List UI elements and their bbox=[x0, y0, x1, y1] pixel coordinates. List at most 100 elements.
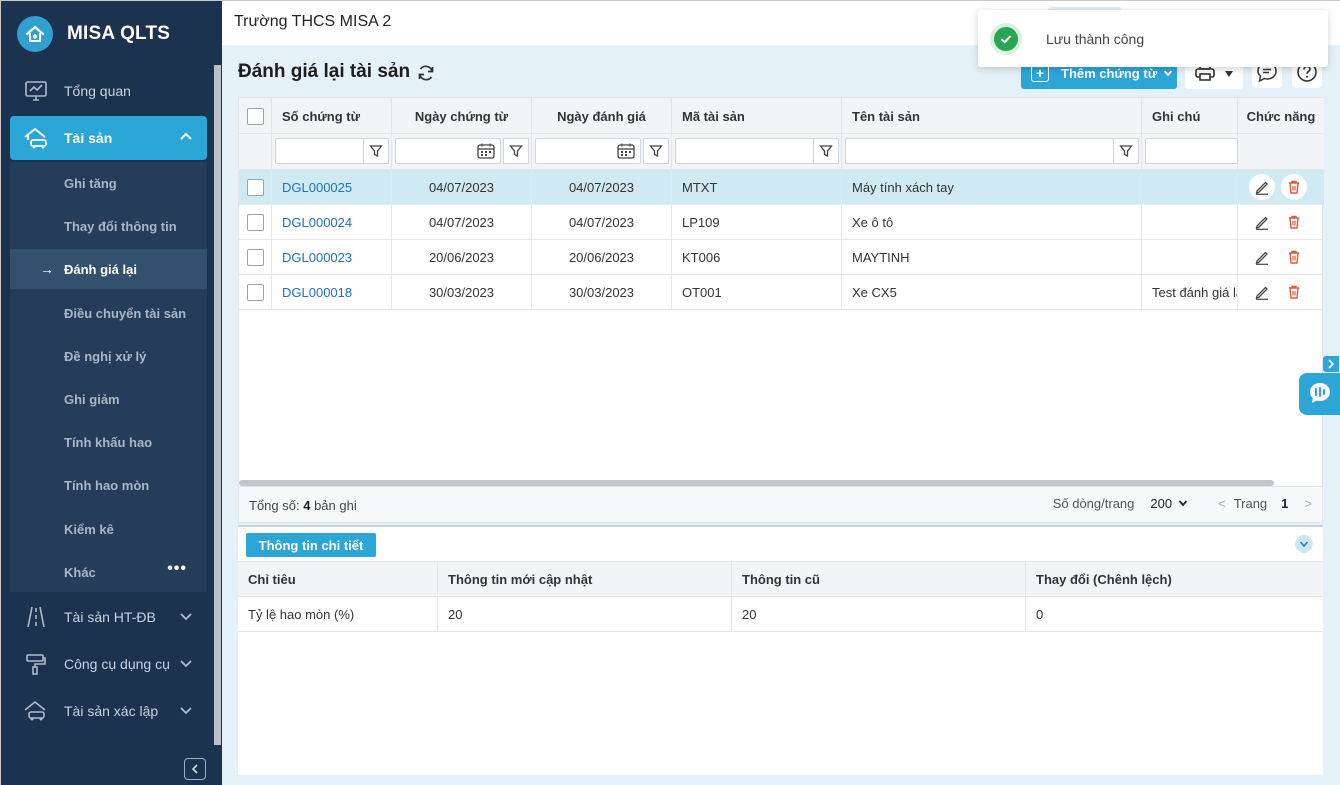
table-row[interactable]: DGL000018 30/03/2023 30/03/2023 OT001 Xe… bbox=[239, 275, 1324, 310]
org-name[interactable]: Trường THCS MISA 2 bbox=[234, 13, 391, 31]
horizontal-scrollbar[interactable] bbox=[239, 480, 1274, 486]
filter-icon[interactable] bbox=[363, 138, 389, 164]
detail-column-header: Thay đổi (Chênh lệch) bbox=[1036, 572, 1172, 587]
table-row[interactable]: DGL000024 04/07/2023 04/07/2023 LP109 Xe… bbox=[239, 205, 1324, 240]
chevron-right-icon[interactable] bbox=[1323, 356, 1339, 372]
row-select-cell bbox=[239, 275, 272, 310]
eval-date-cell: 20/06/2023 bbox=[532, 240, 672, 275]
detail-tab[interactable]: Thông tin chi tiết bbox=[246, 533, 376, 557]
row-select-cell bbox=[239, 205, 272, 240]
select-all-checkbox[interactable] bbox=[246, 107, 264, 125]
column-header[interactable]: Tên tài sản bbox=[842, 98, 1142, 134]
calendar-icon[interactable] bbox=[617, 143, 635, 159]
submenu-label: Thay đổi thông tin bbox=[64, 218, 177, 234]
chat-support-icon bbox=[1308, 381, 1332, 408]
table-row[interactable]: DGL000023 20/06/2023 20/06/2023 KT006 MA… bbox=[239, 240, 1324, 275]
actions-cell bbox=[1238, 275, 1324, 310]
chevron-down-icon[interactable] bbox=[1295, 535, 1313, 553]
note-cell bbox=[1142, 240, 1238, 275]
submenu-item-wear[interactable]: Tính hao mòn bbox=[10, 465, 207, 505]
nav-tools[interactable]: Công cụ dụng cụ bbox=[10, 644, 207, 684]
rows-per-page-select[interactable]: 200 bbox=[1150, 496, 1188, 511]
delete-icon[interactable] bbox=[1281, 279, 1307, 305]
chevron-up-icon bbox=[179, 130, 193, 147]
voucher-code-link[interactable]: DGL000024 bbox=[272, 205, 392, 240]
nav-asset[interactable]: Tài sản bbox=[10, 116, 207, 160]
grid-footer: Tổng số: 4 bản ghi Số dòng/trang 200 < T… bbox=[238, 487, 1323, 523]
column-header[interactable]: Ngày chứng từ bbox=[392, 98, 532, 134]
column-header[interactable]: Ghi chú bbox=[1142, 98, 1238, 134]
edit-icon[interactable] bbox=[1249, 209, 1275, 235]
delete-icon[interactable] bbox=[1281, 174, 1307, 200]
voucher-code-link[interactable]: DGL000023 bbox=[272, 240, 392, 275]
detail-panel: Thông tin chi tiết Chỉ tiêu Thông tin mớ… bbox=[238, 525, 1323, 775]
submenu-item-change-info[interactable]: Thay đổi thông tin bbox=[10, 206, 207, 246]
delete-icon[interactable] bbox=[1281, 209, 1307, 235]
column-header[interactable]: Số chứng từ bbox=[272, 98, 392, 134]
filter-icon[interactable] bbox=[503, 138, 529, 164]
brand[interactable]: MISA QLTS bbox=[17, 15, 170, 53]
criterion-cell: Tỷ lệ hao mòn (%) bbox=[238, 597, 438, 632]
row-checkbox[interactable] bbox=[246, 214, 264, 231]
asset-name-cell: Xe CX5 bbox=[842, 275, 1142, 310]
support-chat-button[interactable] bbox=[1299, 373, 1340, 415]
filter-asset-code-input[interactable] bbox=[675, 138, 815, 164]
collapse-sidebar-icon[interactable] bbox=[184, 758, 206, 780]
page-label: Trang bbox=[1233, 496, 1268, 511]
filter-code-input[interactable] bbox=[275, 138, 365, 164]
nav-overview[interactable]: Tổng quan bbox=[10, 71, 207, 111]
nav-group-label: Công cụ dụng cụ bbox=[64, 656, 170, 672]
edit-icon[interactable] bbox=[1249, 174, 1275, 200]
voucher-code-link[interactable]: DGL000018 bbox=[272, 275, 392, 310]
success-toast[interactable]: Lưu thành công bbox=[978, 10, 1328, 67]
calendar-icon[interactable] bbox=[477, 143, 495, 159]
sidebar-scrollbar[interactable] bbox=[214, 65, 221, 745]
prev-page-button[interactable]: < bbox=[1218, 496, 1226, 511]
nav-infrastructure[interactable]: Tài sản HT-ĐB bbox=[10, 597, 207, 637]
check-circle-icon bbox=[990, 22, 1022, 55]
submenu-item-inventory[interactable]: Kiểm kê bbox=[10, 509, 207, 549]
filter-note-input[interactable] bbox=[1145, 138, 1238, 164]
filter-icon[interactable] bbox=[643, 138, 669, 164]
delete-icon[interactable] bbox=[1281, 244, 1307, 270]
filter-icon[interactable] bbox=[813, 138, 839, 164]
edit-icon[interactable] bbox=[1249, 244, 1275, 270]
refresh-icon[interactable] bbox=[416, 63, 436, 83]
row-checkbox[interactable] bbox=[246, 284, 264, 301]
submenu-item-other[interactable]: Khác ••• bbox=[10, 552, 207, 592]
chevron-down-icon bbox=[179, 703, 193, 720]
next-page-button[interactable]: > bbox=[1304, 496, 1312, 511]
monitor-chart-icon bbox=[22, 77, 50, 105]
main-content: Trường THCS MISA 2 Đánh giá lại tài sản … bbox=[222, 1, 1340, 785]
nav-group-label: Tài sản xác lập bbox=[64, 703, 159, 719]
filter-icon[interactable] bbox=[1113, 138, 1139, 164]
row-checkbox[interactable] bbox=[246, 179, 264, 196]
column-header[interactable]: Mã tài sản bbox=[672, 98, 842, 134]
chevron-down-icon bbox=[179, 609, 193, 626]
submenu-item-depreciation[interactable]: Tính khấu hao bbox=[10, 422, 207, 462]
toast-message: Lưu thành công bbox=[1046, 30, 1145, 47]
page-title: Đánh giá lại tài sản bbox=[238, 61, 411, 82]
row-select-cell bbox=[239, 170, 272, 205]
filter-cell bbox=[1142, 134, 1238, 170]
asset-name-cell: MAYTINH bbox=[842, 240, 1142, 275]
current-page[interactable]: 1 bbox=[1281, 496, 1288, 511]
submenu-item-increase[interactable]: Ghi tăng bbox=[10, 163, 207, 203]
submenu-item-revaluation[interactable]: → Đánh giá lại bbox=[10, 249, 207, 289]
nav-established-assets[interactable]: Tài sản xác lập bbox=[10, 691, 207, 731]
more-dots-icon[interactable]: ••• bbox=[167, 560, 187, 578]
road-icon bbox=[22, 603, 50, 631]
revaluation-table: Số chứng từ Ngày chứng từ Ngày đánh giá … bbox=[238, 97, 1324, 487]
submenu-item-decrease[interactable]: Ghi giảm bbox=[10, 379, 207, 419]
column-header[interactable]: Ngày đánh giá bbox=[532, 98, 672, 134]
column-header: Chức năng bbox=[1246, 108, 1316, 124]
voucher-code-link[interactable]: DGL000025 bbox=[272, 170, 392, 205]
rows-per-page-value: 200 bbox=[1150, 496, 1173, 511]
edit-icon[interactable] bbox=[1249, 279, 1275, 305]
total-suffix: bản ghi bbox=[314, 498, 357, 513]
submenu-item-disposal-request[interactable]: Đề nghị xử lý bbox=[10, 336, 207, 376]
row-checkbox[interactable] bbox=[246, 249, 264, 266]
table-row[interactable]: DGL000025 04/07/2023 04/07/2023 MTXT Máy… bbox=[239, 170, 1324, 205]
submenu-item-transfer[interactable]: Điều chuyển tài sản bbox=[10, 293, 207, 333]
filter-asset-name-input[interactable] bbox=[845, 138, 1115, 164]
